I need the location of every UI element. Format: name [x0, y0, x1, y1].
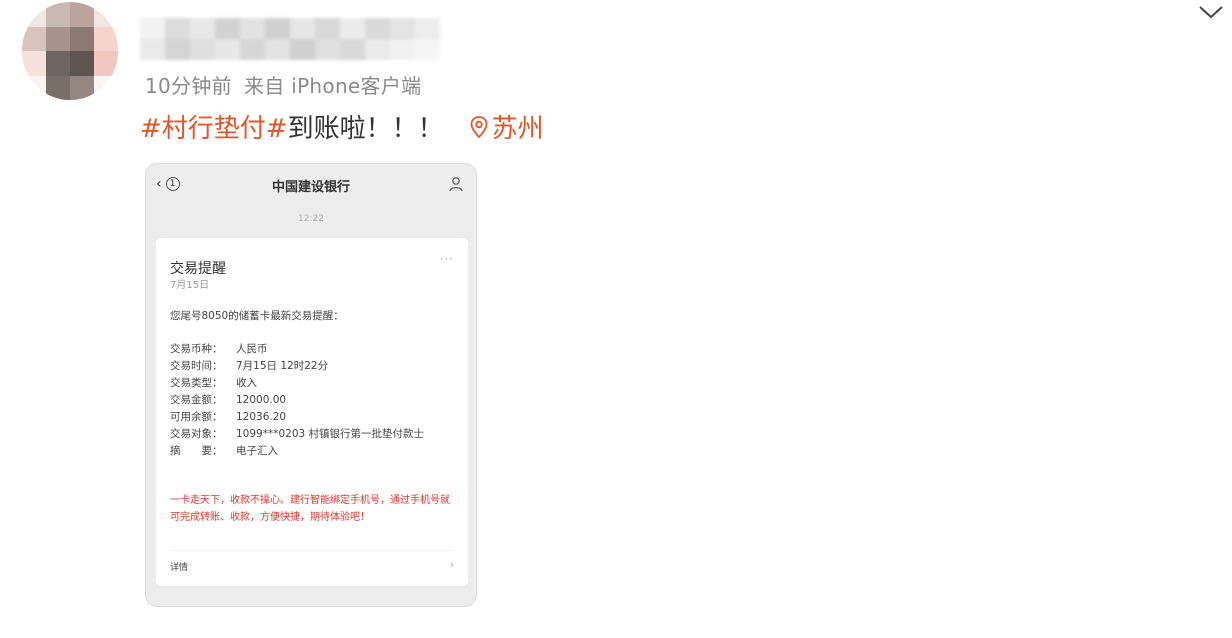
card-row: 可用余额： 12036.20 [170, 409, 460, 426]
row-value: 电子汇入 [236, 445, 278, 457]
post-text: 到账啦！！！ [287, 114, 444, 144]
post-time: 10分钟前 [145, 74, 232, 98]
card-title: 交易提醒 [170, 261, 226, 277]
location-pin-icon [470, 115, 487, 138]
post-content: #村行垫付# 到账啦！！！ 苏州 [140, 108, 544, 145]
row-value: 收入 [236, 377, 257, 389]
username-redacted[interactable] [140, 18, 440, 60]
card-row: 交易币种： 人民币 [170, 341, 460, 358]
row-key: 交易对象： [170, 428, 223, 440]
chevron-right-icon: › [449, 558, 454, 571]
row-key: 交易类型： [170, 377, 223, 389]
card-date: 7月15日 [170, 280, 210, 291]
card-detail-rows: 交易币种： 人民币 交易时间： 7月15日 12时22分 交易类型： 收入 交易金额：… [170, 341, 460, 460]
more-dots-icon: ··· [439, 252, 454, 266]
screenshot-nav-bar: ‹ 1 中国建设银行 [146, 164, 476, 208]
row-key: 交易时间： [170, 360, 223, 372]
post-meta: 10分钟前 来自 iPhone客户端 [145, 70, 421, 99]
row-key: 交易币种： [170, 343, 223, 355]
card-row: 交易类型： 收入 [170, 375, 460, 392]
card-row: 交易对象： 1099***0203 村镇银行第一批垫付款士 [170, 426, 460, 443]
row-key: 可用余额： [170, 411, 223, 423]
row-value: 7月15日 12时22分 [236, 360, 329, 372]
card-detail-link: 详情 [170, 563, 189, 573]
post-image[interactable]: ‹ 1 中国建设银行 12:22 交易提醒 ··· 7月15日 您尾号8050的… [145, 163, 477, 607]
avatar[interactable] [22, 2, 118, 100]
chevron-down-icon[interactable] [1196, 2, 1226, 22]
person-icon [449, 177, 463, 192]
card-row: 交易金额： 12000.00 [170, 392, 460, 409]
screenshot-time: 12:22 [298, 214, 324, 224]
card-divider [170, 550, 454, 551]
row-value: 1099***0203 村镇银行第一批垫付款士 [236, 428, 425, 440]
card-notice: 您尾号8050的储蓄卡最新交易提醒： [170, 310, 344, 322]
row-value: 12036.20 [236, 411, 287, 423]
transaction-card: 交易提醒 ··· 7月15日 您尾号8050的储蓄卡最新交易提醒： 交易币种： 人… [156, 238, 468, 586]
hashtag-link[interactable]: #村行垫付# [140, 108, 288, 145]
location-label: 苏州 [491, 114, 544, 144]
row-key: 摘 要： [170, 445, 223, 457]
row-key: 交易金额： [170, 394, 223, 406]
screenshot-title: 中国建设银行 [271, 180, 350, 195]
location-link[interactable]: 苏州 [468, 108, 544, 145]
card-row: 摘 要： 电子汇入 [170, 443, 460, 460]
card-row: 交易时间： 7月15日 12时22分 [170, 358, 460, 375]
post-source: 来自 iPhone客户端 [243, 74, 422, 98]
row-value: 人民币 [236, 343, 268, 355]
row-value: 12000.00 [236, 394, 287, 406]
card-promo-text: 一卡走天下，收款不操心。建行智能绑定手机号，通过手机号就可完成转账、收款，方便快… [170, 495, 450, 523]
